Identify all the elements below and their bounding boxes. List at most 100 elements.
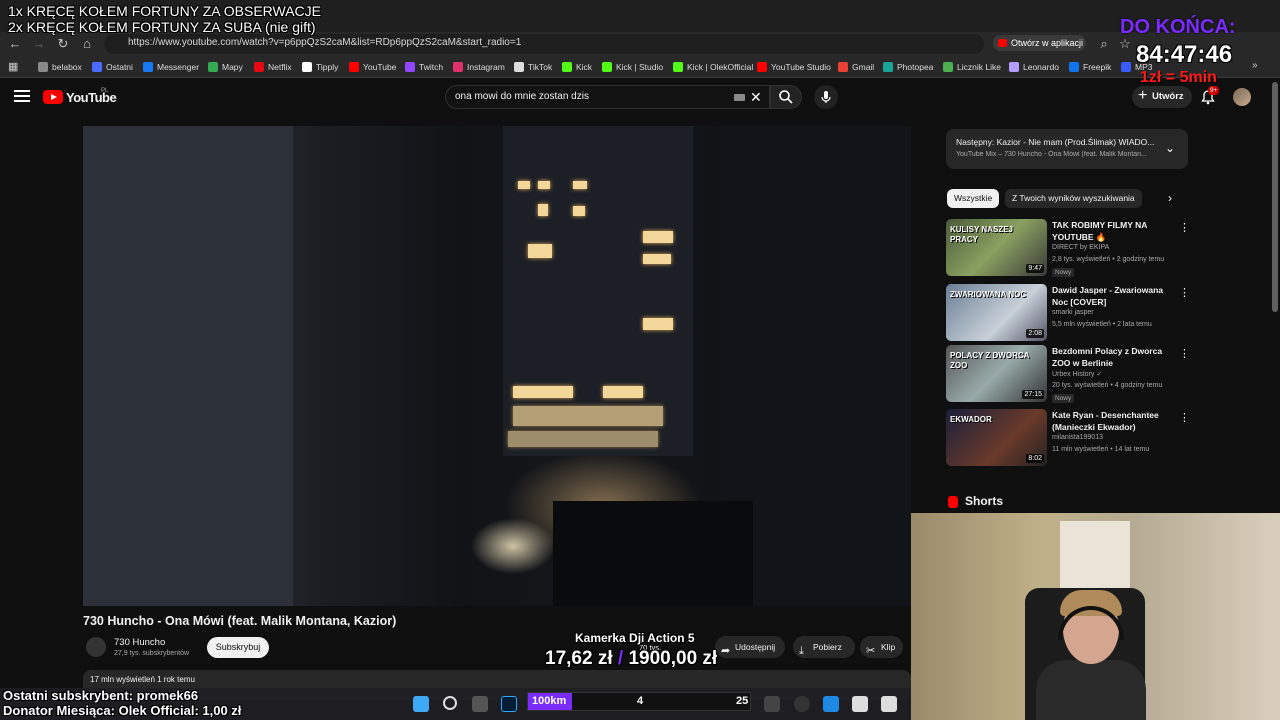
taskbar-search-icon[interactable]	[443, 696, 457, 710]
video-frame-window	[573, 181, 587, 189]
more-options-icon[interactable]: ⋮	[1179, 411, 1190, 424]
video-frame-window	[538, 204, 548, 216]
bookmark-item[interactable]: Photopea	[883, 60, 933, 74]
bookmark-item[interactable]: Gmail	[838, 60, 874, 74]
channel-name[interactable]: 730 Huncho	[114, 637, 165, 648]
apps-grid-icon[interactable]: ▦	[8, 60, 20, 73]
bookmark-label: YouTube Studio	[771, 62, 831, 72]
youtube-logo-text[interactable]: YouTube	[66, 90, 117, 105]
video-thumbnail[interactable]: KULISY NASZEJ PRACY 9:47	[946, 219, 1047, 276]
recommendation-title[interactable]: Kate Ryan - Desenchantee (Manieczki Ekwa…	[1052, 409, 1177, 433]
chevron-right-icon[interactable]: ›	[1168, 191, 1172, 205]
video-player[interactable]	[83, 126, 911, 606]
back-icon[interactable]: ←	[6, 35, 24, 53]
chevron-down-icon[interactable]: ⌄	[1165, 141, 1175, 155]
up-next-title[interactable]: Następny: Kazior - Nie mam (Prod.Ślimak)…	[956, 137, 1156, 147]
bookmark-favicon-icon	[562, 62, 572, 72]
recommendation-item[interactable]: KULISY NASZEJ PRACY 9:47 TAK ROBIMY FILMY …	[946, 219, 1190, 277]
start-icon[interactable]	[413, 696, 429, 712]
chip-from-search[interactable]: Z Twoich wyników wyszukiwania	[1005, 189, 1142, 208]
bookmark-favicon-icon	[143, 62, 153, 72]
youtube-logo-icon[interactable]	[43, 90, 63, 104]
taskbar-app-icon[interactable]	[764, 696, 780, 712]
up-next-card[interactable]	[946, 129, 1188, 169]
recommendation-channel[interactable]: milanista199013	[1052, 434, 1103, 441]
forward-icon[interactable]: →	[30, 35, 48, 53]
more-options-icon[interactable]: ⋮	[1179, 221, 1190, 234]
recommendation-item[interactable]: ZWARIOWANA NOC 2:08 Dawid Jasper - Zwariow…	[946, 284, 1190, 342]
distance-label: 100km	[532, 695, 567, 707]
voice-search-button[interactable]	[814, 85, 838, 109]
video-thumbnail[interactable]: ZWARIOWANA NOC 2:08	[946, 284, 1047, 341]
subscribe-button[interactable]: Subskrybuj	[207, 637, 269, 658]
create-label: Utwórz	[1152, 91, 1184, 102]
page-scrollbar[interactable]	[1272, 82, 1278, 312]
bookmark-item[interactable]: Ostatni	[92, 60, 133, 74]
countdown-title: DO KOŃCA:	[1120, 16, 1236, 38]
recommendation-item[interactable]: EKWADOR 8:02 Kate Ryan - Desenchantee (Man…	[946, 409, 1190, 467]
taskbar-app-icon[interactable]	[823, 696, 839, 712]
bookmark-item[interactable]: TikTok	[514, 60, 552, 74]
bookmark-item[interactable]: Tipply	[302, 60, 338, 74]
taskbar-app-icon[interactable]	[852, 696, 868, 712]
bookmark-item[interactable]: Messenger	[143, 60, 199, 74]
more-bookmarks-icon[interactable]: »	[1252, 60, 1258, 71]
video-thumbnail[interactable]: EKWADOR 8:02	[946, 409, 1047, 466]
recommendation-channel[interactable]: smarki jasper	[1052, 309, 1094, 316]
recommendation-item[interactable]: POLACY Z DWORCA ZOO 27:15 Bezdomni Polacy …	[946, 345, 1190, 403]
account-avatar[interactable]	[1233, 88, 1251, 106]
bookmark-favicon-icon	[349, 62, 359, 72]
keyboard-icon[interactable]	[734, 94, 745, 101]
share-button[interactable]: ➦ Udostępnij	[715, 636, 785, 658]
last-subscriber: Ostatni subskrybent: promek66	[3, 688, 199, 703]
bookmark-label: Photopea	[897, 62, 934, 72]
bookmark-item[interactable]: Kick	[562, 60, 592, 74]
home-icon[interactable]: ⌂	[78, 35, 96, 53]
url-text[interactable]: https://www.youtube.com/watch?v=p6ppQzS2…	[128, 37, 521, 48]
search-icon[interactable]	[778, 89, 794, 105]
open-in-app-button[interactable]: Otwórz w aplikacji	[993, 35, 1086, 51]
channel-avatar[interactable]	[86, 637, 106, 657]
bookmark-item[interactable]: Netflix	[254, 60, 292, 74]
recommendation-channel[interactable]: DIRECT by EKIPA	[1052, 244, 1109, 251]
chip-all[interactable]: Wszystkie	[947, 189, 1000, 208]
share-icon: ➦	[721, 645, 731, 657]
recommendation-channel[interactable]: Urbex History ✓	[1052, 370, 1102, 378]
bookmark-item[interactable]: Licznik Like	[943, 60, 1001, 74]
thumbnail-text: ZWARIOWANA NOC	[950, 290, 1027, 299]
zoom-icon[interactable]: ⌕	[1095, 35, 1113, 53]
shorts-icon	[948, 496, 958, 508]
reload-icon[interactable]: ↻	[54, 35, 72, 53]
bookmark-item[interactable]: Instagram	[453, 60, 505, 74]
video-frame-window	[513, 386, 573, 398]
video-frame-window	[603, 386, 643, 398]
bookmark-item[interactable]: YouTube Studio	[757, 60, 831, 74]
photoshop-icon[interactable]	[501, 696, 517, 712]
bookmark-label: Instagram	[467, 62, 505, 72]
download-button[interactable]: ⤓ Pobierz	[793, 636, 855, 658]
bookmark-item[interactable]: Leonardo	[1009, 60, 1059, 74]
bookmark-favicon-icon	[883, 62, 893, 72]
task-view-icon[interactable]	[472, 696, 488, 712]
more-options-icon[interactable]: ⋮	[1179, 286, 1190, 299]
bookmark-item[interactable]: Twitch	[405, 60, 443, 74]
menu-icon[interactable]	[14, 90, 30, 104]
obs-icon[interactable]	[794, 696, 810, 712]
bookmark-item[interactable]: Freepik	[1069, 60, 1111, 74]
bookmark-item[interactable]: Kick | OlekOfficial	[673, 60, 753, 74]
more-options-icon[interactable]: ⋮	[1179, 347, 1190, 360]
recommendation-title[interactable]: Dawid Jasper - Zwariowana Noc [COVER]	[1052, 284, 1177, 308]
search-input-value[interactable]: ona mowi do mnie zostan dzis	[455, 91, 589, 102]
video-thumbnail[interactable]: POLACY Z DWORCA ZOO 27:15	[946, 345, 1047, 402]
taskbar-app-icon[interactable]	[881, 696, 897, 712]
bookmark-item[interactable]: YouTube	[349, 60, 396, 74]
bookmark-item[interactable]: belabox	[38, 60, 82, 74]
recommendation-title[interactable]: TAK ROBIMY FILMY NA YOUTUBE 🔥	[1052, 219, 1177, 243]
bookmark-item[interactable]: Mapy	[208, 60, 243, 74]
recommendation-title[interactable]: Bezdomni Polacy z Dworca ZOO w Berlinie	[1052, 345, 1177, 369]
clear-search-icon[interactable]: ✕	[750, 89, 762, 106]
bookmark-item[interactable]: Kick | Studio	[602, 60, 663, 74]
download-label: Pobierz	[813, 642, 842, 652]
clip-button[interactable]: ✂ Klip	[860, 636, 903, 658]
bookmark-favicon-icon	[673, 62, 683, 72]
